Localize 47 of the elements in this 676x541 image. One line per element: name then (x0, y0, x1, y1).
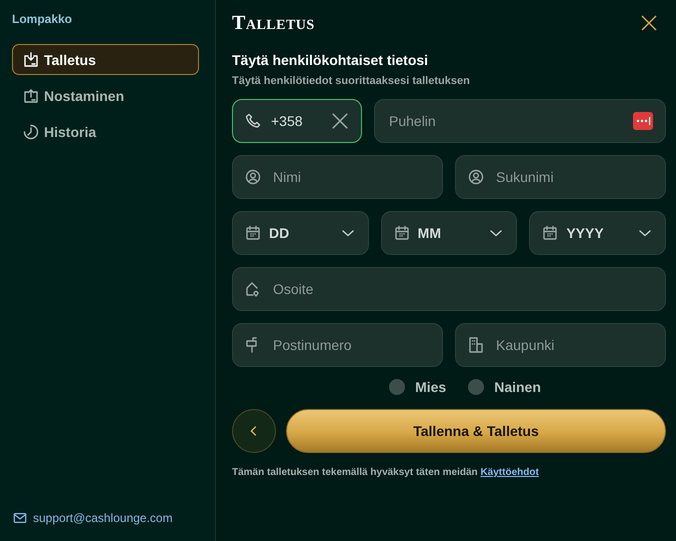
text-input[interactable]: Kaupunki (494, 336, 653, 354)
house-pin-icon (245, 281, 261, 297)
date-select[interactable]: YYYY (529, 211, 666, 255)
phone-field[interactable]: Puhelin (374, 99, 666, 143)
radio-dot[interactable] (389, 379, 406, 395)
password-manager-icon (633, 112, 653, 130)
text-input[interactable]: Puhelin (387, 112, 623, 130)
clear-icon[interactable] (331, 112, 349, 130)
back-button[interactable] (232, 409, 276, 453)
user-icon (468, 169, 484, 185)
radio-dot[interactable] (468, 379, 484, 395)
sidebar-item[interactable]: Nostaminen (12, 80, 199, 111)
calendar-icon (245, 225, 261, 241)
calendar-icon (394, 225, 410, 241)
dialog-title: Talletus (232, 12, 315, 34)
gender-radio[interactable]: Nainen (468, 379, 541, 395)
submit-button[interactable]: Tallenna & Talletus (286, 409, 666, 453)
building-icon (468, 337, 484, 353)
sidebar-title: Lompakko (12, 12, 74, 26)
text-input[interactable]: Nimi (271, 168, 430, 186)
name-field[interactable]: Nimi (232, 155, 443, 199)
tray-download-icon (23, 52, 39, 68)
date-select[interactable]: MM (380, 211, 518, 255)
calendar-icon (542, 225, 558, 241)
gender-radio[interactable]: Mies (389, 379, 446, 395)
form-subheading: Täytä henkilötiedot suorittaaksesi talletuksen (232, 75, 471, 87)
date-select[interactable]: DD (232, 211, 369, 255)
support-email-link[interactable]: support@cashlounge.com (12, 511, 203, 525)
terms-link[interactable]: Käyttöehdot (480, 467, 539, 478)
phone-icon (245, 113, 261, 129)
sidebar-item[interactable]: Talletus (12, 44, 199, 75)
terms-text: Tämän talletuksen tekemällä hyväksyt täten meidän Käyttöehdot (232, 467, 540, 478)
text-input[interactable]: Sukunimi (494, 168, 653, 186)
tray-upload-icon (23, 88, 39, 104)
postal-code-field[interactable]: Postinumero (232, 323, 443, 367)
city-field[interactable]: Kaupunki (455, 323, 666, 367)
text-input[interactable]: Postinumero (271, 336, 430, 354)
text-input[interactable]: Osoite (271, 280, 653, 298)
close-icon[interactable] (640, 14, 658, 32)
envelope-icon (13, 511, 27, 525)
sidebar-item[interactable]: Historia (12, 116, 199, 147)
address-field[interactable]: Osoite (232, 267, 666, 311)
country-code-field[interactable]: +358 (232, 99, 362, 143)
form-heading: Täytä henkilökohtaiset tietosi (232, 52, 430, 68)
user-icon (245, 169, 261, 185)
name-field[interactable]: Sukunimi (455, 155, 666, 199)
clock-icon (23, 124, 39, 140)
